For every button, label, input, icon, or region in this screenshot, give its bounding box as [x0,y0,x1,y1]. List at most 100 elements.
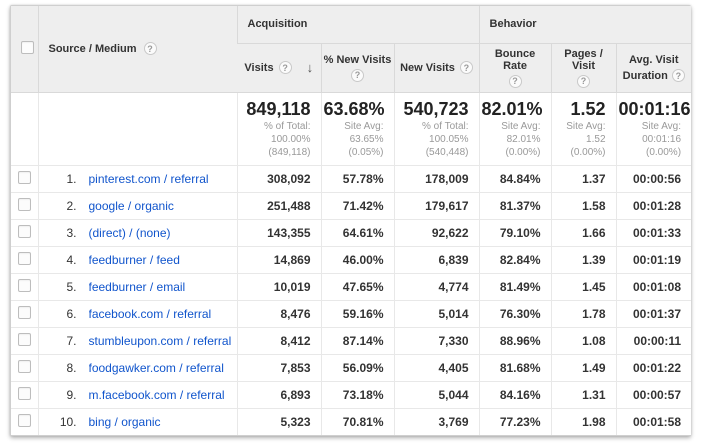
row-checkbox[interactable] [18,333,31,346]
help-icon[interactable]: ? [460,61,473,74]
totals-avg-visit-duration-value: 00:01:16 [619,99,682,119]
visits-cell: 251,488 [237,192,321,219]
row-checkbox[interactable] [18,279,31,292]
pages-per-visit-cell: 1.45 [551,273,616,300]
visits-cell: 14,869 [237,246,321,273]
table-row: 5. feedburner / email 10,019 47.65% 4,77… [11,273,691,300]
source-medium-link[interactable]: m.facebook.com / referral [89,388,225,402]
new-visits-cell: 5,044 [394,381,479,408]
select-all-checkbox[interactable] [21,41,34,54]
source-medium-link[interactable]: pinterest.com / referral [89,172,209,186]
pages-per-visit-cell: 1.39 [551,246,616,273]
pages-per-visit-cell: 1.37 [551,165,616,192]
column-header-visits[interactable]: Visits ? ↓ [237,43,321,92]
row-checkbox-cell [11,354,38,381]
help-icon[interactable]: ? [279,61,292,74]
avg-visit-duration-cell: 00:00:11 [616,327,691,354]
bounce-rate-label: Bounce Rate [482,48,549,72]
new-visits-label: New Visits [400,62,455,74]
analytics-report-page: Source / Medium ? Acquisition Behavior V… [0,0,701,443]
column-header-source-medium[interactable]: Source / Medium ? [38,6,237,92]
avg-visit-duration-cell: 00:01:22 [616,354,691,381]
pct-new-visits-cell: 87.14% [321,327,394,354]
help-icon[interactable]: ? [351,69,364,82]
group-header-behavior: Behavior [479,6,691,43]
row-checkbox[interactable] [18,171,31,184]
table-row: 3. (direct) / (none) 143,355 64.61% 92,6… [11,219,691,246]
table-row: 9. m.facebook.com / referral 6,893 73.18… [11,381,691,408]
row-checkbox-cell [11,327,38,354]
pages-per-visit-cell: 1.78 [551,300,616,327]
row-checkbox[interactable] [18,252,31,265]
avg-visit-duration-cell: 00:01:19 [616,246,691,273]
source-cell: 5. feedburner / email [38,273,237,300]
pages-per-visit-cell: 1.66 [551,219,616,246]
source-medium-link[interactable]: google / organic [89,199,174,213]
bounce-rate-cell: 81.49% [479,273,551,300]
bounce-rate-cell: 84.84% [479,165,551,192]
row-index: 2. [39,199,77,213]
table-row: 4. feedburner / feed 14,869 46.00% 6,839… [11,246,691,273]
help-icon[interactable]: ? [672,69,685,82]
row-checkbox[interactable] [18,387,31,400]
row-checkbox[interactable] [18,198,31,211]
source-medium-link[interactable]: stumbleupon.com / referral [89,334,232,348]
visits-cell: 6,893 [237,381,321,408]
pct-new-visits-label: % New Visits [324,54,392,66]
row-checkbox[interactable] [18,414,31,427]
column-header-pages-per-visit[interactable]: Pages / Visit ? [551,43,616,92]
row-checkbox[interactable] [18,360,31,373]
source-medium-link[interactable]: foodgawker.com / referral [89,361,224,375]
avg-visit-duration-cell: 00:01:58 [616,408,691,435]
row-checkbox[interactable] [18,225,31,238]
avg-visit-duration-cell: 00:00:56 [616,165,691,192]
table-row: 6. facebook.com / referral 8,476 59.16% … [11,300,691,327]
source-cell: 2. google / organic [38,192,237,219]
bounce-rate-cell: 77.23% [479,408,551,435]
totals-visits-sub: % of Total: 100.00% (849,118) [240,120,311,159]
avg-visit-duration-cell: 00:01:28 [616,192,691,219]
new-visits-cell: 5,014 [394,300,479,327]
source-cell: 7. stumbleupon.com / referral [38,327,237,354]
sort-descending-icon[interactable]: ↓ [307,60,314,75]
totals-pct-new-visits-sub: Site Avg: 63.65% (0.05%) [324,120,384,159]
source-medium-link[interactable]: bing / organic [89,415,161,429]
column-header-pct-new-visits[interactable]: % New Visits ? [321,43,394,92]
visits-cell: 308,092 [237,165,321,192]
bounce-rate-cell: 81.68% [479,354,551,381]
row-checkbox-cell [11,300,38,327]
help-icon[interactable]: ? [577,75,590,88]
bounce-rate-cell: 84.16% [479,381,551,408]
help-icon[interactable]: ? [509,75,522,88]
row-checkbox[interactable] [18,306,31,319]
source-medium-link[interactable]: facebook.com / referral [89,307,212,321]
table-row: 2. google / organic 251,488 71.42% 179,6… [11,192,691,219]
bounce-rate-cell: 79.10% [479,219,551,246]
row-checkbox-cell [11,381,38,408]
pct-new-visits-cell: 47.65% [321,273,394,300]
source-medium-link[interactable]: feedburner / email [89,280,186,294]
totals-avg-visit-duration: 00:01:16 Site Avg: 00:01:16 (0.00%) [616,92,691,165]
totals-visits: 849,118 % of Total: 100.00% (849,118) [237,92,321,165]
source-cell: 8. foodgawker.com / referral [38,354,237,381]
column-header-bounce-rate[interactable]: Bounce Rate ? [479,43,551,92]
help-icon[interactable]: ? [144,42,157,55]
row-index: 3. [39,226,77,240]
bounce-rate-cell: 82.84% [479,246,551,273]
column-header-avg-visit-duration[interactable]: Avg. Visit Duration? [616,43,691,92]
source-medium-link[interactable]: feedburner / feed [89,253,180,267]
avg-visit-duration-label: Avg. Visit Duration [623,54,679,82]
avg-visit-duration-cell: 00:01:08 [616,273,691,300]
row-index: 8. [39,361,77,375]
pages-per-visit-cell: 1.49 [551,354,616,381]
table-row: 1. pinterest.com / referral 308,092 57.7… [11,165,691,192]
totals-bounce-rate-value: 82.01% [482,99,541,119]
pct-new-visits-cell: 73.18% [321,381,394,408]
bounce-rate-cell: 76.30% [479,300,551,327]
new-visits-cell: 3,769 [394,408,479,435]
totals-new-visits-value: 540,723 [397,99,469,119]
row-checkbox-cell [11,246,38,273]
source-medium-link[interactable]: (direct) / (none) [89,226,171,240]
select-all-cell [11,6,38,92]
column-header-new-visits[interactable]: New Visits ? [394,43,479,92]
